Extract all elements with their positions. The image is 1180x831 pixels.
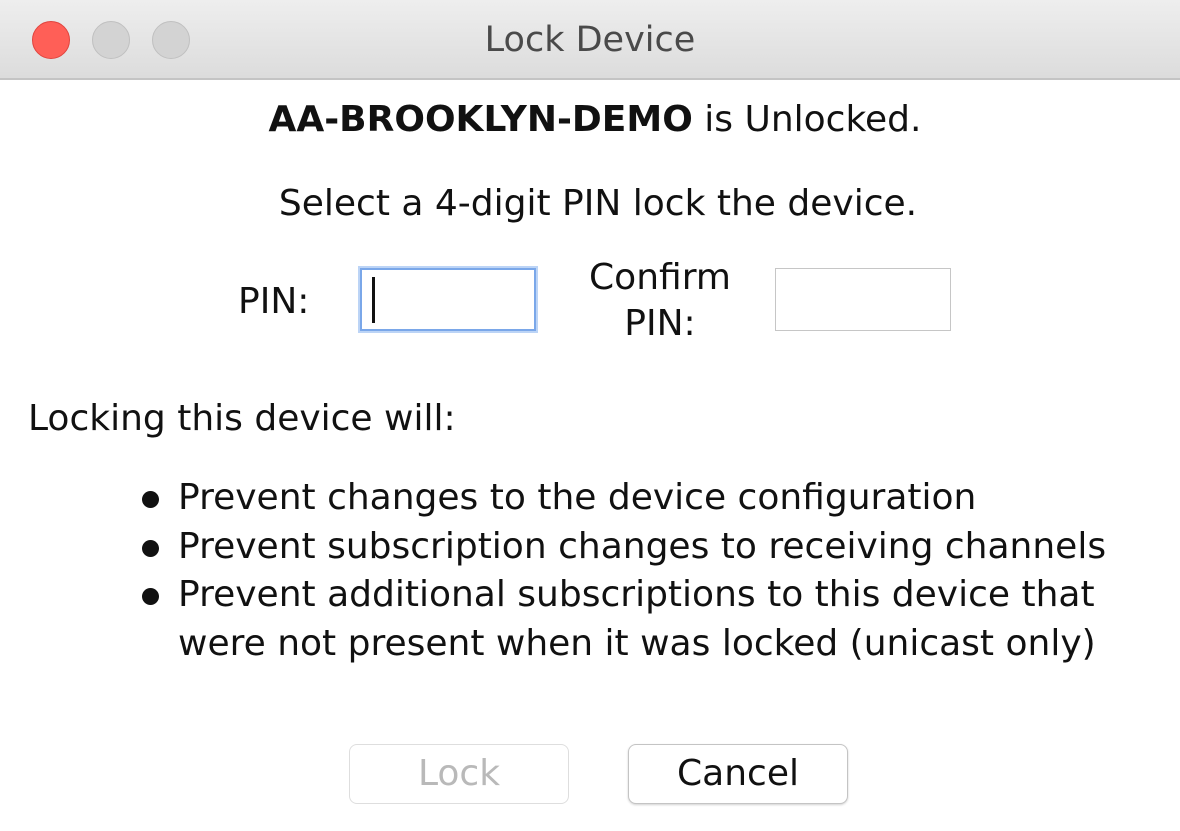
text-caret — [372, 277, 375, 323]
consequences-heading: Locking this device will: — [28, 398, 456, 439]
bullet-icon — [142, 539, 159, 557]
pin-label: PIN: — [238, 281, 310, 322]
device-state-text: is Unlocked. — [692, 99, 922, 140]
confirm-pin-label: Confirm PIN: — [560, 255, 760, 347]
list-item-text: Prevent changes to the device configurat… — [178, 477, 977, 518]
list-item: Prevent changes to the device configurat… — [140, 474, 1180, 523]
consequences-list: Prevent changes to the device configurat… — [140, 474, 1180, 668]
window-title: Lock Device — [484, 20, 696, 60]
cancel-button[interactable]: Cancel — [628, 744, 848, 804]
list-item: Prevent subscription changes to receivin… — [140, 523, 1180, 572]
list-item-text: Prevent subscription changes to receivin… — [178, 525, 1107, 567]
bullet-icon — [142, 491, 159, 508]
list-item: Prevent additional subscriptions to this… — [140, 571, 1180, 668]
list-item-text-continued: were not present when it was locked (uni… — [178, 622, 1096, 664]
confirm-pin-label-line1: Confirm — [589, 257, 731, 298]
confirm-pin-label-line2: PIN: — [624, 303, 696, 344]
bullet-icon — [142, 588, 159, 605]
lock-device-dialog: Lock Device AA-BROOKLYN-DEMO is Unlocked… — [0, 0, 1180, 831]
pin-instruction: Select a 4-digit PIN lock the device. — [278, 183, 918, 224]
device-status-message: AA-BROOKLYN-DEMO is Unlocked. — [0, 96, 1180, 144]
list-item-text: Prevent additional subscriptions to this… — [178, 574, 1095, 615]
pin-input[interactable] — [360, 268, 536, 331]
device-name: AA-BROOKLYN-DEMO — [268, 99, 693, 140]
confirm-pin-input[interactable] — [775, 268, 951, 331]
title-bar[interactable]: Lock Device — [0, 0, 1180, 80]
lock-button[interactable]: Lock — [349, 744, 569, 804]
